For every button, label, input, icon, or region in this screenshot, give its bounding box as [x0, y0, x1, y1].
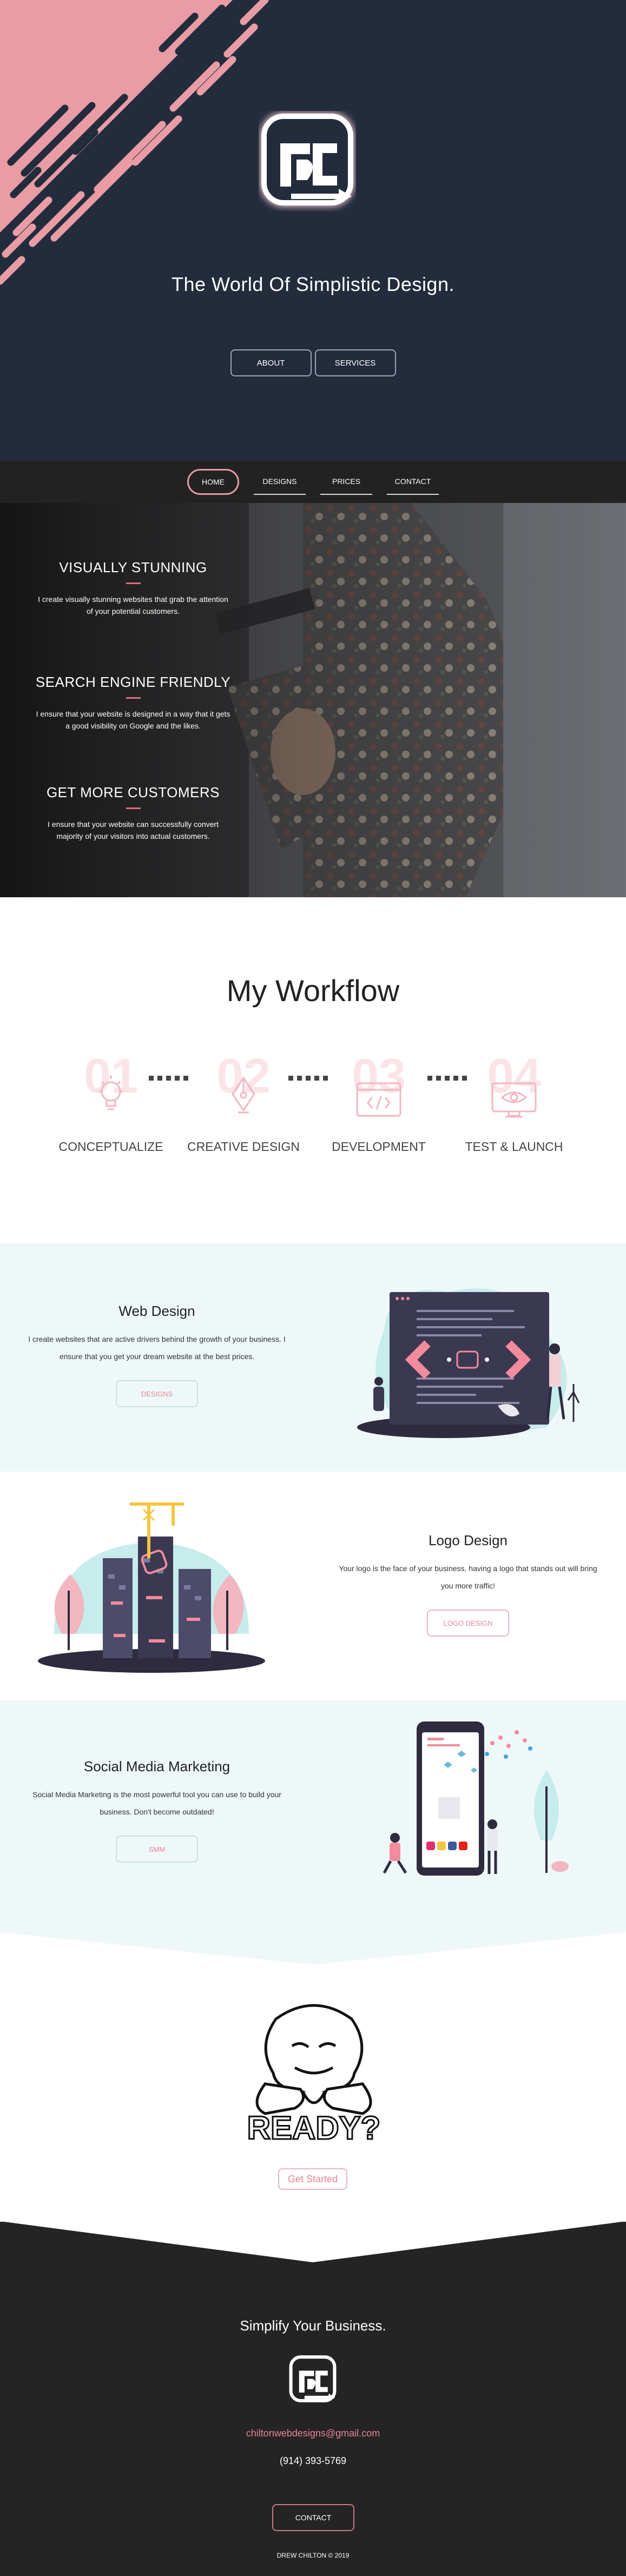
- nav-contact[interactable]: CONTACT: [387, 469, 439, 495]
- hero-section: The World Of Simplistic Design. ABOUT SE…: [0, 0, 626, 461]
- service-text: I create websites that are active driver…: [28, 1335, 286, 1361]
- dc-logo-icon: [260, 112, 354, 207]
- feature-search-engine-friendly: SEARCH ENGINE FRIENDLY I ensure that you…: [0, 674, 266, 732]
- ready-wordmark: READY?: [247, 2110, 381, 2143]
- service-title: Logo Design: [429, 1532, 508, 1548]
- nav-home[interactable]: HOME: [187, 469, 239, 495]
- workflow-section: My Workflow 01 CONCEPTUALIZE 02 CREATIVE…: [0, 897, 626, 1243]
- gorilla-pointing-icon: READY?: [246, 2004, 381, 2143]
- designs-button[interactable]: DESIGNS: [116, 1380, 198, 1407]
- workflow-title: My Workflow: [226, 974, 400, 1008]
- copyright: DREW CHILTON © 2019: [276, 2552, 350, 2559]
- step-label: CREATIVE DESIGN: [187, 1140, 300, 1154]
- feature-text: I create visually stunning websites that…: [38, 595, 228, 615]
- step-connector-dots: [149, 1076, 467, 1081]
- web-design-card: Web Design I create websites that are ac…: [27, 1303, 287, 1407]
- feature-get-more-customers: GET MORE CUSTOMERS I ensure that your we…: [0, 784, 266, 842]
- smm-button[interactable]: SMM: [116, 1836, 198, 1863]
- feature-text: I ensure that your website is designed i…: [36, 710, 230, 730]
- hero-tagline: The World Of Simplistic Design.: [172, 273, 454, 295]
- step-label: TEST & LAUNCH: [465, 1140, 563, 1154]
- footer-dc-logo-icon: [289, 2355, 337, 2402]
- nav-designs[interactable]: DESIGNS: [254, 469, 306, 495]
- get-started-button[interactable]: Get Started: [278, 2168, 347, 2190]
- step-label: CONCEPTUALIZE: [58, 1140, 163, 1154]
- feature-title: VISUALLY STUNNING: [59, 559, 207, 575]
- smm-card: Social Media Marketing Social Media Mark…: [27, 1758, 287, 1863]
- web-design-illustration: [357, 1288, 580, 1438]
- service-text: Social Media Marketing is the most power…: [32, 1790, 281, 1816]
- main-nav: HOME DESIGNS PRICES CONTACT: [0, 461, 626, 503]
- feature-text: I ensure that your website can successfu…: [48, 820, 219, 840]
- web-design-section: Web Design I create websites that are ac…: [0, 1243, 626, 1472]
- footer: Simplify Your Business. chiltonwebdesign…: [0, 2221, 626, 2576]
- footer-title: Simplify Your Business.: [240, 2317, 386, 2334]
- nav-prices[interactable]: PRICES: [320, 469, 372, 495]
- contact-button[interactable]: CONTACT: [272, 2504, 354, 2531]
- logo-design-card: Logo Design Your logo is the face of you…: [338, 1532, 598, 1637]
- smm-section: Social Media Marketing Social Media Mark…: [0, 1700, 626, 1927]
- ready-section: READY? Get Started: [0, 1927, 626, 2222]
- feature-visually-stunning: VISUALLY STUNNING I create visually stun…: [0, 559, 266, 617]
- mint-wave: [0, 1927, 626, 1965]
- about-button[interactable]: ABOUT: [230, 349, 312, 376]
- footer-email-link[interactable]: chiltonwebdesigns@gmail.com: [0, 2428, 626, 2439]
- service-text: Your logo is the face of your business, …: [339, 1564, 597, 1590]
- social-media-illustration: [383, 1721, 569, 1876]
- step-label: DEVELOPMENT: [332, 1140, 426, 1154]
- logo-design-section: Logo Design Your logo is the face of you…: [0, 1472, 626, 1700]
- services-button[interactable]: SERVICES: [314, 349, 396, 376]
- logo-design-illustration: [38, 1502, 265, 1673]
- logo-design-button[interactable]: LOGO DESIGN: [427, 1610, 509, 1637]
- footer-phone: (914) 393-5769: [279, 2455, 347, 2466]
- decorative-stripes: [0, 0, 269, 285]
- footer-wave: [0, 2221, 626, 2262]
- feature-title: SEARCH ENGINE FRIENDLY: [35, 674, 231, 690]
- service-title: Social Media Marketing: [83, 1758, 230, 1774]
- feature-title: GET MORE CUSTOMERS: [46, 784, 220, 800]
- features-section: VISUALLY STUNNING I create visually stun…: [0, 503, 626, 897]
- service-title: Web Design: [118, 1303, 195, 1319]
